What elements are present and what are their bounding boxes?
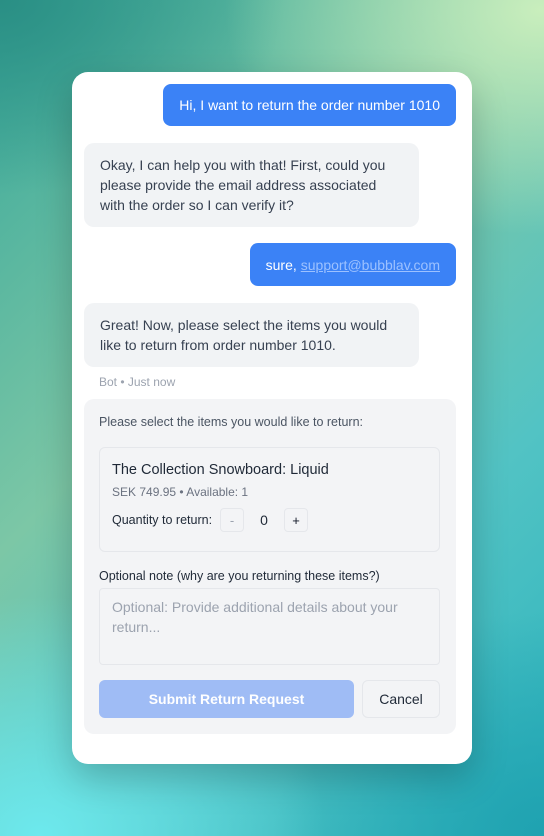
note-label: Optional note (why are you returning the… [99, 569, 380, 583]
submit-return-button[interactable]: Submit Return Request [99, 680, 354, 718]
bot-message: Great! Now, please select the items you … [84, 303, 419, 367]
user-message-text: Hi, I want to return the order number 10… [179, 97, 440, 113]
user-message: Hi, I want to return the order number 10… [163, 84, 456, 126]
email-link[interactable]: support@bubblav.com [301, 255, 440, 275]
quantity-value: 0 [260, 512, 268, 528]
bot-message-text: Great! Now, please select the items you … [100, 317, 388, 353]
item-availability: Available: 1 [186, 485, 249, 499]
return-form-prompt: Please select the items you would like t… [99, 415, 364, 429]
quantity-label: Quantity to return: [112, 513, 213, 527]
return-form: Please select the items you would like t… [84, 399, 456, 734]
increment-button[interactable]: + [284, 508, 309, 532]
return-item-card: The Collection Snowboard: Liquid SEK 749… [99, 447, 440, 552]
message-meta: Bot • Just now [99, 375, 176, 389]
item-name: The Collection Snowboard: Liquid [112, 462, 329, 478]
cancel-button[interactable]: Cancel [362, 680, 440, 718]
bullet-separator: • [179, 485, 184, 499]
bot-message: Okay, I can help you with that! First, c… [84, 143, 419, 227]
user-message-text: sure, [265, 256, 297, 273]
user-message: sure, support@bubblav.com [249, 243, 456, 286]
item-price: SEK 749.95 [112, 485, 177, 499]
note-textarea[interactable]: Optional: Provide additional details abo… [99, 588, 440, 665]
note-placeholder: Optional: Provide additional details abo… [112, 599, 398, 635]
chat-widget: Hi, I want to return the order number 10… [72, 72, 472, 764]
item-meta: SEK 749.95 • Available: 1 [112, 485, 248, 499]
bot-message-text: Okay, I can help you with that! First, c… [100, 157, 386, 213]
quantity-stepper: Quantity to return: - 0 + [112, 508, 309, 532]
decrement-button[interactable]: - [220, 508, 245, 532]
